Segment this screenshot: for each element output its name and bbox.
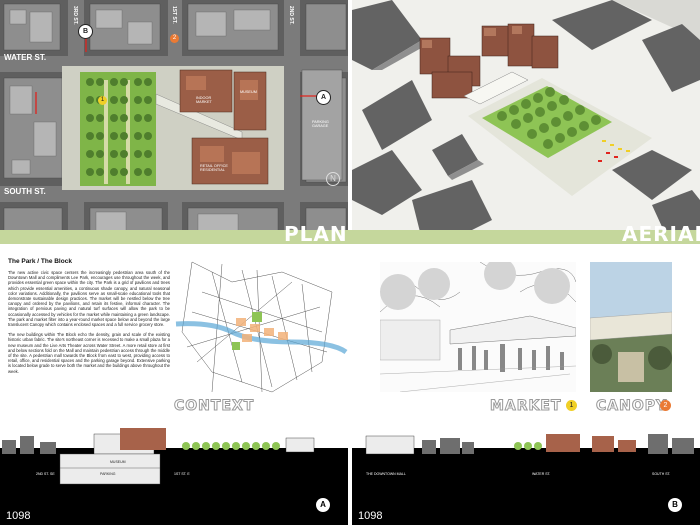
page-number-left: 1098	[6, 510, 31, 522]
title-band	[0, 230, 700, 244]
context-caption: CONTEXT	[173, 398, 255, 415]
market-number-badge: 1	[566, 400, 577, 411]
water-street-label: WATER ST.	[4, 53, 47, 62]
section-b-marker[interactable]: B	[78, 24, 93, 39]
plan-title: PLAN	[284, 222, 348, 246]
section-a-marker[interactable]: A	[316, 498, 330, 512]
canopy-number-badge: 2	[660, 400, 671, 411]
section-a-label-museum: MUSEUM	[110, 460, 126, 464]
view-2-marker[interactable]: 2	[170, 34, 179, 43]
section-a-marker[interactable]: A	[316, 90, 331, 105]
aerial-title: AERIAL	[622, 222, 700, 246]
plan-panel: WATER ST. SOUTH ST. 1ST ST. 2ND ST. 3RD …	[0, 0, 348, 240]
market-image	[380, 262, 576, 392]
section-a-label-first: 1ST ST. E	[174, 472, 190, 476]
page-number-right: 1098	[358, 510, 383, 522]
south-street-label: SOUTH ST.	[4, 187, 46, 196]
section-a-panel: 2ND ST. SE MUSEUM PARKING 1ST ST. E A 10…	[0, 428, 348, 525]
north-arrow-icon: N	[326, 172, 340, 186]
market-caption: MARKET	[490, 398, 562, 415]
park-heading: The Park / The Block	[8, 258, 72, 265]
indoor-market-label: INDOOR MARKET	[196, 96, 212, 104]
park-paragraph-2: The new buildings within The Block echo …	[8, 332, 170, 374]
parking-garage-label: PARKING GARAGE	[312, 120, 329, 128]
section-a-label-parking: PARKING	[100, 472, 116, 476]
park-paragraph-1: The new active civic space centers the i…	[8, 270, 170, 328]
view-1-marker[interactable]: 1	[98, 96, 107, 105]
third-street-label: 3RD ST.	[72, 6, 78, 25]
section-b-marker[interactable]: B	[668, 498, 682, 512]
museum-label: MUSEUM	[240, 90, 257, 94]
second-street-label: 2ND ST.	[288, 6, 294, 25]
canopy-image	[590, 262, 672, 392]
aerial-view-drawing	[352, 0, 700, 240]
section-b-label-south: SOUTH ST.	[652, 472, 671, 476]
aerial-panel	[352, 0, 700, 240]
section-b-panel: THE DOWNTOWN MALL WATER ST. SOUTH ST. B …	[352, 428, 700, 525]
canopy-caption: CANOPY	[595, 398, 668, 415]
first-street-label: 1ST ST.	[171, 6, 177, 24]
park-text-column: The Park / The Block The new active civi…	[8, 258, 170, 374]
section-a-label-street: 2ND ST. SE	[36, 472, 55, 476]
retail-label: RETAIL OFFICE RESIDENTIAL	[200, 164, 228, 172]
section-b-label-mall: THE DOWNTOWN MALL	[366, 472, 406, 476]
context-diagram: CONTEXT	[172, 252, 348, 422]
section-b-label-water: WATER ST.	[532, 472, 551, 476]
